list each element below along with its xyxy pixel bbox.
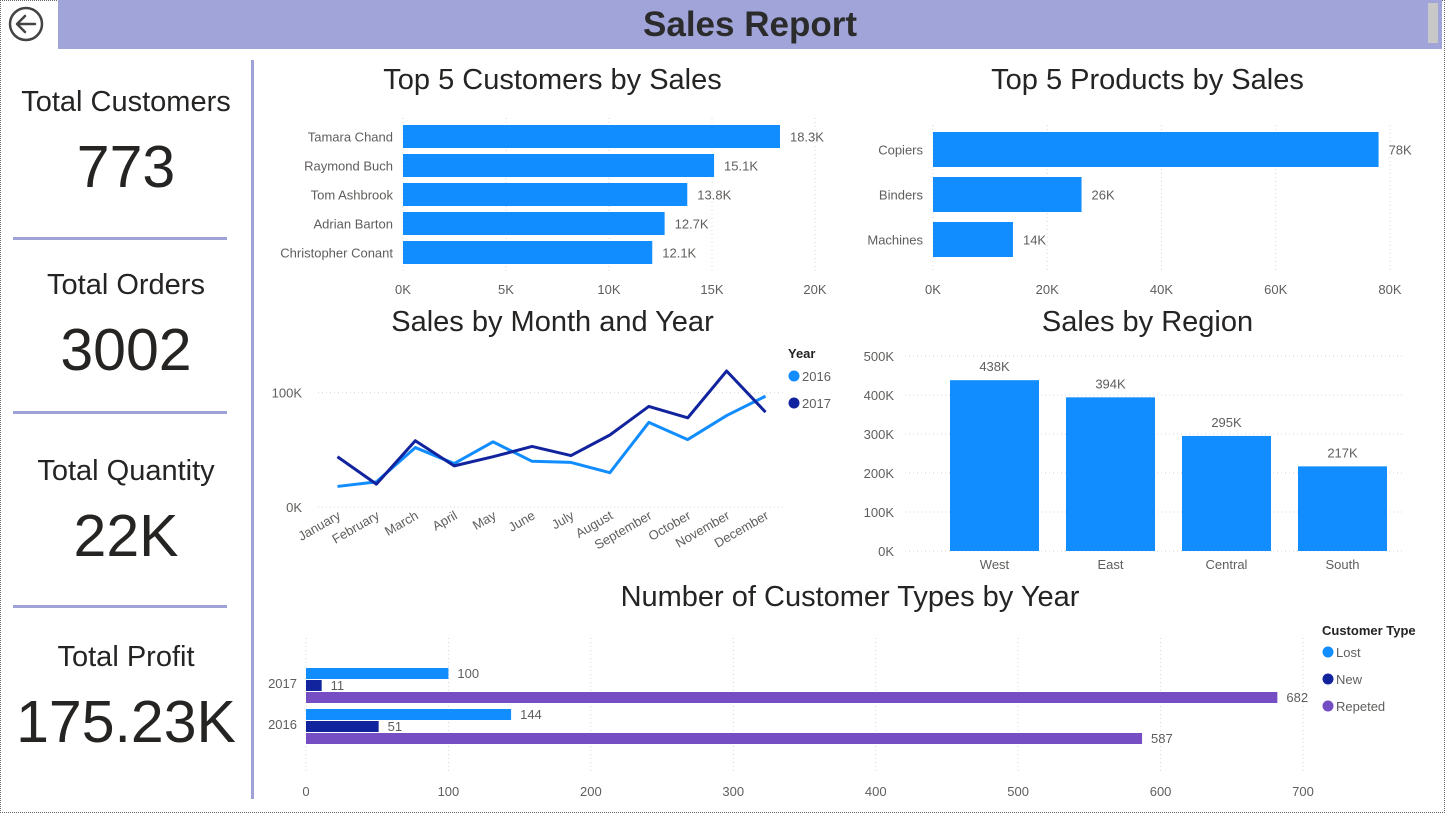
bar-repeted[interactable] xyxy=(306,733,1143,744)
x-tick-label: 5K xyxy=(498,282,514,297)
x-tick-label: 0 xyxy=(302,784,309,799)
category-label: 2016 xyxy=(268,717,297,732)
bar-lost[interactable] xyxy=(306,709,512,720)
x-tick-label: South xyxy=(1326,557,1360,572)
bar[interactable] xyxy=(403,212,665,235)
x-tick-label: 15K xyxy=(700,282,723,297)
legend-marker[interactable] xyxy=(788,397,800,409)
data-label: 51 xyxy=(388,719,402,734)
y-tick-label: 100K xyxy=(272,386,303,401)
data-label: 438K xyxy=(979,359,1010,374)
x-tick-label: 500 xyxy=(1007,784,1029,799)
x-tick-label: 400 xyxy=(865,784,887,799)
data-label: 682 xyxy=(1286,690,1308,705)
category-label: Raymond Buch xyxy=(304,159,393,174)
legend-marker[interactable] xyxy=(788,370,800,382)
bar[interactable] xyxy=(403,125,780,148)
bar[interactable] xyxy=(950,380,1039,551)
legend-marker[interactable] xyxy=(1322,673,1334,685)
category-label: Adrian Barton xyxy=(314,217,394,232)
data-label: 587 xyxy=(1151,731,1173,746)
y-tick-label: 100K xyxy=(864,505,895,520)
data-label: 217K xyxy=(1327,445,1358,460)
y-tick-label: 300K xyxy=(864,427,895,442)
data-label: 78K xyxy=(1389,143,1412,158)
y-tick-label: 0K xyxy=(878,544,894,559)
legend-title: Customer Type xyxy=(1322,623,1416,638)
legend-label: 2016 xyxy=(802,369,831,384)
series-line-2017[interactable] xyxy=(336,369,767,486)
bar-new[interactable] xyxy=(306,721,379,732)
bar[interactable] xyxy=(403,183,688,206)
charts-canvas: 0K 5K 10K 15K 20K Tamara Chand 18.3K Raymond Bu… xyxy=(268,118,1416,799)
category-label: Machines xyxy=(867,233,923,248)
x-tick-label: 100 xyxy=(438,784,460,799)
x-tick-label: 10K xyxy=(597,282,620,297)
data-label: 18.3K xyxy=(790,130,824,145)
bar[interactable] xyxy=(933,177,1082,212)
x-tick-label: West xyxy=(980,557,1010,572)
bar-new[interactable] xyxy=(306,680,322,691)
category-label: Copiers xyxy=(878,143,923,158)
bar[interactable] xyxy=(933,132,1379,167)
bar[interactable] xyxy=(403,154,715,177)
x-tick-label: Central xyxy=(1206,557,1248,572)
x-tick-label: March xyxy=(382,508,421,539)
data-label: 394K xyxy=(1095,376,1126,391)
x-tick-label: East xyxy=(1097,557,1123,572)
category-label: Tom Ashbrook xyxy=(311,188,394,203)
x-tick-label: 60K xyxy=(1264,282,1287,297)
x-tick-label: 0K xyxy=(395,282,411,297)
x-tick-label: 80K xyxy=(1378,282,1401,297)
x-tick-label: May xyxy=(470,507,499,533)
legend-label: New xyxy=(1336,672,1363,687)
legend-marker[interactable] xyxy=(1322,646,1334,658)
x-tick-label: 40K xyxy=(1150,282,1173,297)
x-tick-label: 200 xyxy=(580,784,602,799)
x-tick-label: 20K xyxy=(1036,282,1059,297)
bar[interactable] xyxy=(1298,466,1387,551)
data-label: 295K xyxy=(1211,415,1242,430)
legend-label: Lost xyxy=(1336,645,1361,660)
x-tick-label: 20K xyxy=(803,282,826,297)
y-tick-label: 200K xyxy=(864,466,895,481)
x-tick-label: 0K xyxy=(925,282,941,297)
category-label: Christopher Conant xyxy=(280,246,393,261)
x-tick-label: 600 xyxy=(1150,784,1172,799)
y-tick-label: 500K xyxy=(864,349,895,364)
bar[interactable] xyxy=(933,222,1013,257)
series-line-2016[interactable] xyxy=(337,394,767,488)
y-tick-label: 0K xyxy=(286,500,302,515)
data-label: 14K xyxy=(1023,233,1046,248)
data-label: 15.1K xyxy=(724,159,758,174)
bar[interactable] xyxy=(1066,397,1155,551)
legend-label: 2017 xyxy=(802,396,831,411)
data-label: 100 xyxy=(457,666,479,681)
data-label: 11 xyxy=(331,678,345,693)
bar[interactable] xyxy=(403,241,653,264)
x-tick-label: 700 xyxy=(1292,784,1314,799)
category-label: 2017 xyxy=(268,676,297,691)
category-label: Tamara Chand xyxy=(308,130,393,145)
data-label: 144 xyxy=(520,707,542,722)
x-tick-label: June xyxy=(506,508,538,535)
data-label: 12.1K xyxy=(662,246,696,261)
category-label: Binders xyxy=(879,188,924,203)
bar-lost[interactable] xyxy=(306,668,449,679)
bar-repeted[interactable] xyxy=(306,692,1278,703)
legend-marker[interactable] xyxy=(1322,700,1334,712)
legend-label: Repeted xyxy=(1336,699,1385,714)
data-label: 26K xyxy=(1092,188,1115,203)
data-label: 13.8K xyxy=(697,188,731,203)
legend-title: Year xyxy=(788,346,815,361)
x-tick-label: 300 xyxy=(722,784,744,799)
bar[interactable] xyxy=(1182,435,1271,551)
data-label: 12.7K xyxy=(675,217,709,232)
x-tick-label: April xyxy=(430,508,460,534)
y-tick-label: 400K xyxy=(864,388,895,403)
